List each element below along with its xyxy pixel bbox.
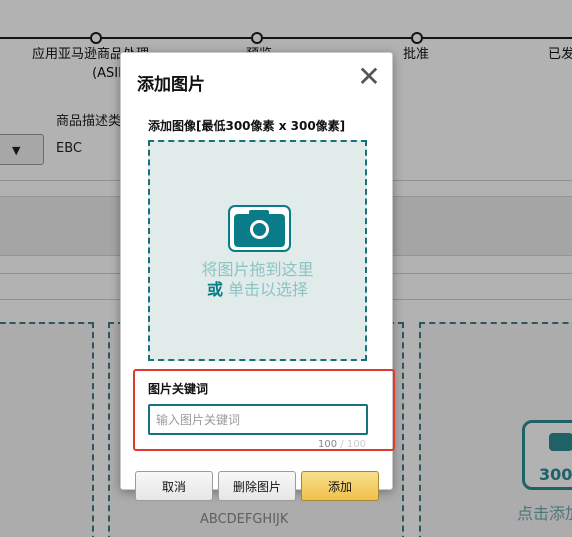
dialog-title: 添加图片 bbox=[137, 75, 205, 95]
dropzone-action-text: 单击以选择 bbox=[228, 280, 309, 299]
add-image-dialog: 添加图片 ✕ 添加图像[最低300像素 x 300像素] 将图片拖到这里 或 单… bbox=[120, 52, 393, 501]
close-icon[interactable]: ✕ bbox=[357, 63, 381, 91]
keyword-char-count: 100 / 100 bbox=[318, 439, 366, 450]
dropzone-click-text: 或 单击以选择 bbox=[150, 276, 365, 300]
keyword-section-label: 图片关键词 bbox=[148, 382, 209, 396]
delete-image-button[interactable]: 删除图片 bbox=[218, 471, 296, 501]
camera-icon bbox=[228, 205, 291, 252]
dropzone-or-text: 或 bbox=[206, 280, 223, 299]
image-dropzone[interactable]: 将图片拖到这里 或 单击以选择 bbox=[148, 140, 367, 361]
cancel-button[interactable]: 取消 bbox=[135, 471, 213, 501]
add-button[interactable]: 添加 bbox=[301, 471, 379, 501]
image-keyword-input[interactable] bbox=[148, 404, 368, 435]
image-section-label: 添加图像[最低300像素 x 300像素] bbox=[148, 119, 346, 133]
